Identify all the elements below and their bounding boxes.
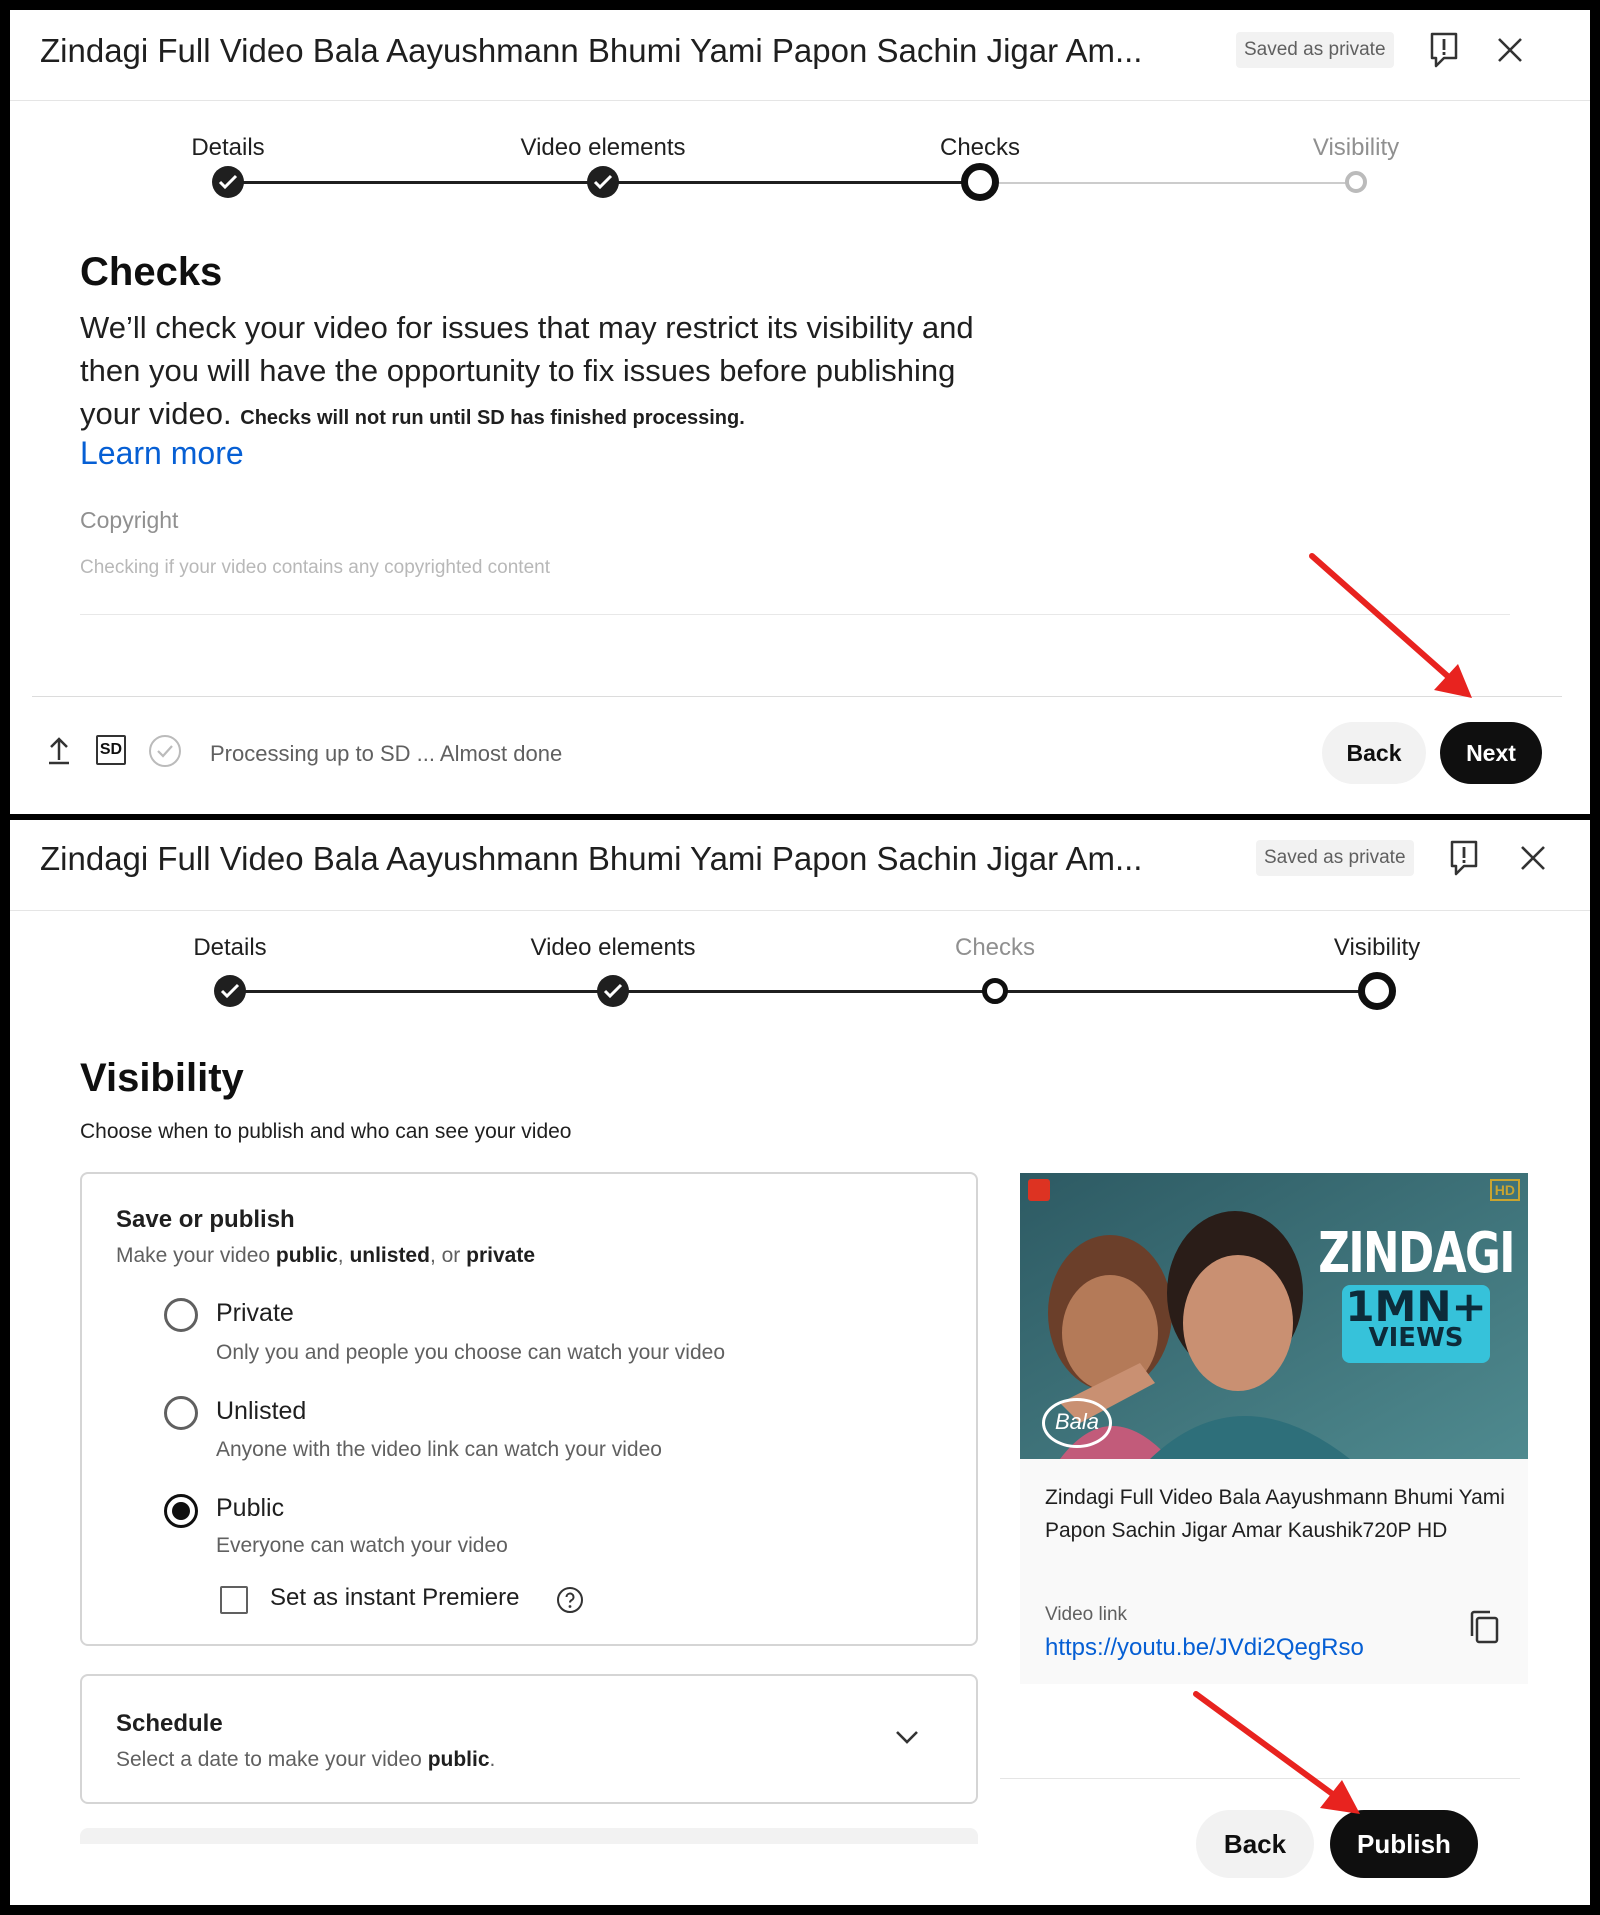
checks-note: Checks will not run until SD has finishe… (240, 407, 745, 429)
copy-icon[interactable] (1468, 1609, 1500, 1650)
processing-status: Processing up to SD ... Almost done (210, 741, 563, 766)
public-description: Everyone can watch your video (216, 1534, 508, 1557)
checks-status-icon[interactable] (148, 734, 182, 773)
close-icon[interactable] (1513, 838, 1553, 878)
stepper-line-complete (230, 990, 1377, 993)
schedule-card[interactable]: Schedule Select a date to make your vide… (80, 1674, 978, 1804)
feedback-icon[interactable] (1424, 30, 1464, 70)
feedback-icon[interactable] (1444, 838, 1484, 878)
copyright-check-status: Checking if your video contains any copy… (80, 557, 550, 578)
section-heading: Visibility (80, 1056, 244, 1100)
checks-description: We’ll check your video for issues that m… (80, 306, 980, 440)
step-checks[interactable]: Checks (955, 934, 1035, 962)
upload-dialog-checks: Zindagi Full Video Bala Aayushmann Bhumi… (10, 10, 1590, 814)
step-video-elements[interactable]: Video elements (521, 134, 686, 162)
step-visibility[interactable]: Visibility (1334, 934, 1420, 962)
schedule-title: Schedule (116, 1710, 223, 1737)
step-visibility[interactable]: Visibility (1313, 134, 1399, 162)
private-description: Only you and people you choose can watch… (216, 1341, 725, 1364)
close-icon[interactable] (1490, 30, 1530, 70)
unlisted-radio[interactable] (164, 1396, 198, 1430)
subtitle-public: public (275, 1244, 338, 1267)
chevron-down-icon[interactable] (894, 1728, 920, 1751)
dialog-header: Zindagi Full Video Bala Aayushmann Bhumi… (10, 10, 1590, 101)
schedule-subtitle-bold: public (427, 1748, 490, 1771)
help-icon[interactable] (556, 1586, 584, 1614)
upload-icon[interactable] (46, 736, 72, 771)
dialog-header: Zindagi Full Video Bala Aayushmann Bhumi… (10, 820, 1590, 911)
back-button[interactable]: Back (1196, 1810, 1314, 1878)
subtitle-unlisted: unlisted (349, 1244, 430, 1267)
divider (80, 614, 1510, 615)
saved-status-badge: Saved as private (1256, 840, 1414, 876)
step-details-check-icon (214, 975, 246, 1007)
save-or-publish-title: Save or publish (116, 1206, 295, 1233)
preview-video-title: Zindagi Full Video Bala Aayushmann Bhumi… (1045, 1486, 1505, 1542)
step-details-check-icon (212, 166, 244, 198)
video-link-label: Video link (1045, 1604, 1128, 1625)
step-checks-current-dot (961, 163, 999, 201)
subtitle-sep: , or (429, 1244, 467, 1267)
save-or-publish-subtitle: Make your video public, unlisted, or pri… (116, 1244, 535, 1268)
step-details[interactable]: Details (191, 134, 264, 162)
step-video-elements-check-icon (587, 166, 619, 198)
dialog-title: Zindagi Full Video Bala Aayushmann Bhumi… (40, 32, 1143, 69)
publish-button[interactable]: Publish (1330, 1810, 1478, 1878)
schedule-subtitle-text: Select a date to make your video (116, 1748, 428, 1771)
hd-badge: HD (1489, 1179, 1520, 1201)
copyright-check-title: Copyright (80, 507, 179, 533)
unlisted-label[interactable]: Unlisted (216, 1397, 306, 1426)
progress-stepper: Details Video elements Checks Visibility (10, 910, 1590, 1020)
video-preview-info: Zindagi Full Video Bala Aayushmann Bhumi… (1020, 1459, 1528, 1684)
back-button[interactable]: Back (1322, 722, 1426, 784)
step-video-elements[interactable]: Video elements (531, 934, 696, 962)
upload-dialog-visibility: Zindagi Full Video Bala Aayushmann Bhumi… (10, 820, 1590, 1905)
bala-logo: Bala (1042, 1398, 1112, 1448)
schedule-subtitle: Select a date to make your video public. (116, 1748, 495, 1772)
step-visibility-current-dot (1358, 972, 1396, 1010)
private-label[interactable]: Private (216, 1299, 294, 1328)
visibility-description: Choose when to publish and who can see y… (80, 1120, 572, 1143)
learn-more-link[interactable]: Learn more (80, 435, 244, 472)
schedule-subtitle-end: . (489, 1748, 496, 1771)
subtitle-sep: , (337, 1244, 350, 1267)
section-heading: Checks (80, 250, 223, 294)
video-link[interactable]: https://youtu.be/JVdi2QegRso (1045, 1634, 1364, 1662)
progress-stepper: Details Video elements Checks Visibility (10, 100, 1590, 210)
step-checks[interactable]: Checks (940, 134, 1020, 162)
views-badge: 1MN+ VIEWS (1342, 1285, 1490, 1363)
subtitle-private: private (466, 1244, 536, 1267)
label-logo-icon (1028, 1179, 1050, 1201)
instant-premiere-checkbox[interactable] (220, 1586, 248, 1614)
public-label[interactable]: Public (216, 1494, 284, 1523)
unlisted-description: Anyone with the video link can watch you… (216, 1438, 662, 1461)
subtitle-prefix: Make your video (116, 1244, 276, 1267)
save-or-publish-card: Save or publish Make your video public, … (80, 1172, 978, 1646)
sd-quality-icon[interactable]: SD (96, 735, 126, 765)
step-details[interactable]: Details (193, 934, 266, 962)
saved-status-badge: Saved as private (1236, 32, 1394, 68)
footer-divider (32, 696, 1562, 697)
footer-divider (1000, 1778, 1520, 1779)
instant-premiere-label[interactable]: Set as instant Premiere (270, 1584, 519, 1612)
next-button[interactable]: Next (1440, 722, 1542, 784)
public-radio[interactable] (164, 1494, 198, 1528)
dialog-title: Zindagi Full Video Bala Aayushmann Bhumi… (40, 840, 1143, 877)
sd-quality-label: SD (99, 741, 123, 758)
next-card-edge (80, 1828, 978, 1844)
step-visibility-pending-dot (1345, 171, 1367, 193)
private-radio[interactable] (164, 1298, 198, 1332)
step-video-elements-check-icon (597, 975, 629, 1007)
thumbnail-title-text: ZINDAGI (1318, 1221, 1515, 1286)
stepper-line-pending (980, 182, 1356, 184)
step-checks-dot (982, 978, 1008, 1004)
video-thumbnail: HD ZINDAGI 1MN+ VIEWS Bala (1020, 1173, 1528, 1459)
